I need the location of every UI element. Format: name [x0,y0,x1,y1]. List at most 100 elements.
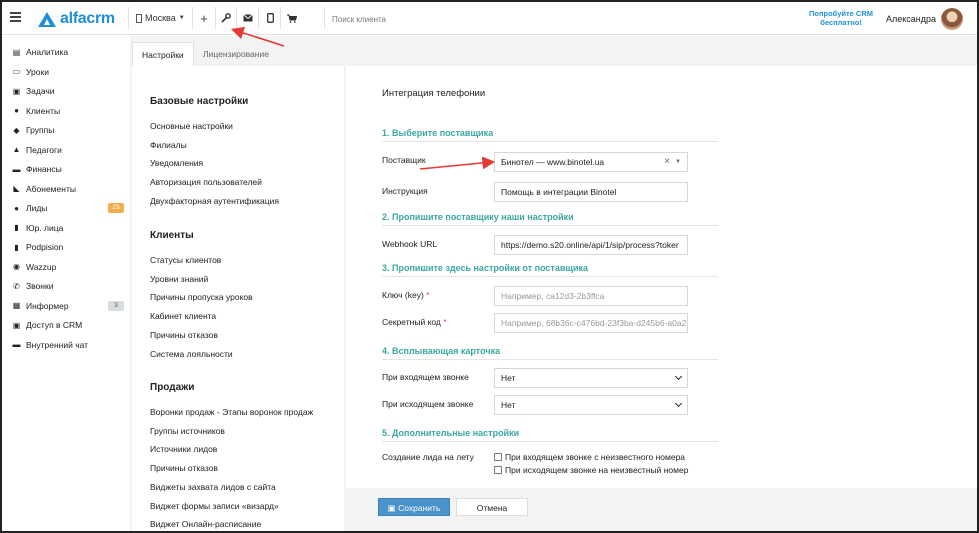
instruction-label: Инструкция [382,186,428,196]
sidebar-item-label: Лиды [26,203,48,213]
sidebar-item-label: Группы [26,125,55,135]
menu-link[interactable]: Двухфакторная аутентификация [150,196,279,206]
secret-label: Секретный код * [382,317,447,327]
menu-link[interactable]: Статусы клиентов [150,255,221,265]
mobile-icon[interactable] [263,11,277,25]
menu-link[interactable]: Причины пропуска уроков [150,292,253,302]
save-icon: ▣ [387,503,396,513]
whatsapp-icon: ◉ [13,262,20,271]
menu-link[interactable]: Авторизация пользователей [150,177,262,187]
outgoing-unknown-checkbox[interactable]: При исходящем звонке на неизвестный номе… [494,465,688,475]
menu-link[interactable]: Уведомления [150,158,203,168]
required-mark: * [426,290,430,300]
menu-link[interactable]: Система лояльности [150,349,233,359]
city-label: Москва [145,13,176,23]
sidebar-item-0[interactable]: ▤ Аналитика [12,45,124,59]
menu-section-title: Продажи [150,382,195,393]
save-button[interactable]: ▣ Сохранить [378,498,450,516]
menu-link[interactable]: Основные настройки [150,121,233,131]
sidebar-item-5[interactable]: ▲ Педагоги [12,143,124,157]
incoming-label: При входящем звонке [382,372,469,382]
logo-text: alfacrm [60,10,115,27]
tab-licensing[interactable]: Лицензирование [194,42,278,66]
menu-link[interactable]: Уровни знаний [150,274,208,284]
cancel-button[interactable]: Отмена [456,498,528,516]
provider-select[interactable]: Бинотел — www.binotel.ua × ▼ [494,152,688,172]
divider [236,7,237,29]
lock-icon: ▣ [12,320,21,330]
sidebar-item-1[interactable]: ▭ Уроки [12,65,124,79]
user-plus-icon: ● [14,203,19,213]
divider [192,7,193,29]
city-selector[interactable]: Москва ▼ [136,13,185,23]
outgoing-select[interactable]: Нет [494,395,688,415]
menu-section-title: Базовые настройки [150,96,249,107]
wrench-icon[interactable] [219,11,233,25]
sidebar-item-11[interactable]: ◉ Wazzup [12,260,124,274]
sidebar-item-9[interactable]: ▮ Юр. лица [12,221,124,235]
menu-link[interactable]: Виджет Онлайн-расписание [150,519,261,529]
menu-link[interactable]: Виджеты захвата лидов с сайта [150,482,276,492]
section-title-additional: 5. Дополнительные настройки [382,428,718,442]
outgoing-label: При исходящем звонке [382,399,474,409]
sidebar-item-15[interactable]: ▬ Внутренний чат [12,338,124,352]
menu-link[interactable]: Виджет формы записи «визард» [150,501,279,511]
sidebar-item-label: Информер [26,300,69,311]
clear-icon[interactable]: × [664,153,670,171]
section-title-provider: 1. Выберите поставщика [382,128,718,142]
app-window: alfacrm Москва ▼ + Попробуйте CRM беспла… [0,0,979,533]
key-label: Ключ (key) * [382,290,429,300]
divider [128,7,129,29]
menu-link[interactable]: Воронки продаж - Этапы воронок продаж [150,407,313,417]
secret-field[interactable]: Например, 68b36c-c476bd-23f3ba-d245b6-a0… [494,313,688,333]
sidebar-item-6[interactable]: ▬ Финансы [12,162,124,176]
instruction-field[interactable]: Помощь в интеграции Binotel [494,182,688,202]
sidebar-item-4[interactable]: ◆ Группы [12,123,124,137]
avatar[interactable] [941,8,963,30]
checkbox[interactable] [494,453,502,461]
menu-link[interactable]: Причины отказов [150,463,218,473]
menu-link[interactable]: Группы источников [150,426,225,436]
required-mark: * [443,317,447,327]
sidebar-item-2[interactable]: ▣ Задачи [12,84,124,98]
tab-bar: Настройки Лицензирование [130,36,977,66]
logo[interactable]: alfacrm [38,10,115,28]
section-title-provider-settings: 3. Пропишите здесь настройки от поставщи… [382,263,718,277]
incoming-unknown-checkbox[interactable]: При входящем звонке с неизвестного номер… [494,452,685,462]
menu-link[interactable]: Источники лидов [150,444,217,454]
sidebar-item-3[interactable]: ● Клиенты [12,104,124,118]
cart-icon[interactable] [285,11,299,25]
menu-section-title: Клиенты [150,230,194,241]
incoming-select[interactable]: Нет [494,368,688,388]
sidebar-item-12[interactable]: ✆ Звонки [12,279,124,293]
secret-label-text: Секретный код [382,317,441,327]
sidebar-item-14[interactable]: ▣ Доступ в CRM [12,318,124,332]
user-name[interactable]: Александра [886,14,936,24]
sidebar-item-7[interactable]: ◣ Абонементы [12,182,124,196]
plus-icon[interactable]: + [197,11,211,26]
checkbox[interactable] [494,466,502,474]
webhook-url-field[interactable]: https://demo.s20.online/api/1/sip/proces… [494,235,688,255]
sidebar-item-13[interactable]: ▦ Информер 3 [12,299,124,313]
envelope-icon[interactable] [241,11,255,25]
menu-link[interactable]: Кабинет клиента [150,311,216,321]
menu-link[interactable]: Филиалы [150,140,187,150]
sidebar-item-label: Podpision [26,242,64,252]
hamburger-menu-icon[interactable] [10,12,21,22]
search-input[interactable] [326,9,746,29]
caret-down-icon[interactable]: ▼ [675,153,681,171]
sidebar-item-8[interactable]: ● Лиды 23 [12,201,124,215]
money-icon: ▬ [12,164,21,174]
key-field[interactable]: Например, ca12d3-2b3ffca [494,286,688,306]
main-content: Настройки Лицензирование Базовые настрой… [130,36,977,531]
sidebar: ▤ Аналитика ▭ Уроки ▣ Задачи ● Клиенты ◆ Группы ▲ П… [2,36,130,531]
sidebar-item-10[interactable]: ▮ Podpision [12,240,124,254]
sidebar-item-label: Аналитика [26,47,69,57]
sidebar-item-label: Клиенты [26,105,61,116]
menu-link[interactable]: Причины отказов [150,330,218,340]
promo-link[interactable]: Попробуйте CRM бесплатно! [806,9,876,27]
provider-value: Бинотел — www.binotel.ua [501,157,605,167]
sidebar-item-label: Звонки [26,281,54,291]
building-icon: ▮ [14,223,19,232]
tab-settings[interactable]: Настройки [132,42,194,66]
